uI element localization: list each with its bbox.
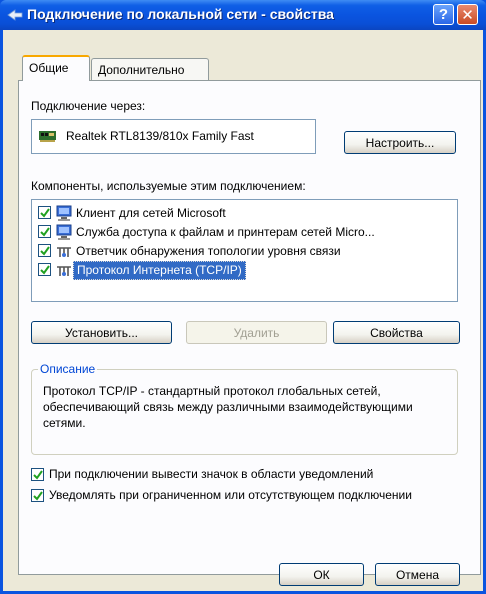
properties-window: Подключение по локальной сети - свойства… bbox=[0, 0, 486, 594]
component-label: Ответчик обнаружения топологии уровня св… bbox=[76, 244, 341, 258]
ok-button[interactable]: ОК bbox=[279, 563, 364, 586]
list-item[interactable]: Протокол Интернета (TCP/IP) bbox=[38, 261, 457, 280]
components-label: Компоненты, используемые этим подключени… bbox=[31, 179, 306, 193]
install-button[interactable]: Установить... bbox=[31, 321, 172, 344]
file-printer-service-icon bbox=[56, 224, 72, 240]
notify-limited-checkbox[interactable] bbox=[31, 489, 44, 502]
window-title: Подключение по локальной сети - свойства bbox=[27, 6, 334, 22]
check-icon bbox=[33, 491, 43, 501]
check-icon bbox=[40, 208, 50, 218]
description-title: Описание bbox=[38, 362, 98, 376]
properties-button[interactable]: Свойства bbox=[333, 321, 460, 344]
network-client-icon bbox=[56, 205, 72, 221]
check-icon bbox=[40, 227, 50, 237]
protocol-icon bbox=[57, 247, 71, 257]
protocol-icon bbox=[57, 266, 71, 276]
help-button[interactable]: ? bbox=[433, 4, 454, 25]
component-label-selected: Протокол Интернета (TCP/IP) bbox=[73, 261, 246, 280]
remove-button[interactable]: Удалить bbox=[186, 321, 327, 344]
adapter-name: Realtek RTL8139/810x Family Fast bbox=[66, 129, 254, 143]
list-item[interactable]: Служба доступа к файлам и принтерам сете… bbox=[38, 223, 457, 241]
show-icon-checkbox[interactable] bbox=[31, 468, 44, 481]
network-adapter-icon bbox=[39, 131, 56, 142]
check-icon bbox=[33, 470, 43, 480]
check-icon bbox=[40, 246, 50, 256]
tab-general[interactable]: Общие bbox=[22, 55, 90, 81]
title-bar[interactable]: Подключение по локальной сети - свойства… bbox=[0, 0, 486, 30]
general-tab-content: Подключение через: Realtek RTL8139/810x … bbox=[18, 81, 481, 575]
check-icon bbox=[40, 265, 50, 275]
connect-using-label: Подключение через: bbox=[31, 99, 146, 113]
list-item[interactable]: Ответчик обнаружения топологии уровня св… bbox=[38, 242, 457, 260]
network-connection-icon bbox=[7, 9, 23, 21]
component-checkbox[interactable] bbox=[38, 263, 51, 276]
show-icon-label: При подключении вывести значок в области… bbox=[49, 467, 374, 481]
description-text: Протокол TCP/IP - стандартный протокол г… bbox=[43, 384, 413, 430]
configure-button[interactable]: Настроить... bbox=[344, 131, 456, 154]
adapter-field: Realtek RTL8139/810x Family Fast bbox=[31, 119, 316, 154]
component-label: Служба доступа к файлам и принтерам сете… bbox=[76, 225, 375, 239]
cancel-button[interactable]: Отмена bbox=[375, 563, 460, 586]
list-item[interactable]: Клиент для сетей Microsoft bbox=[38, 204, 457, 222]
close-button[interactable]: ✕ bbox=[457, 4, 478, 25]
description-group: Описание Протокол TCP/IP - стандартный п… bbox=[31, 362, 458, 455]
component-checkbox[interactable] bbox=[38, 244, 51, 257]
component-checkbox[interactable] bbox=[38, 206, 51, 219]
component-checkbox[interactable] bbox=[38, 225, 51, 238]
notify-limited-label: Уведомлять при ограниченном или отсутств… bbox=[49, 488, 412, 502]
components-list[interactable]: Клиент для сетей Microsoft Служба доступ… bbox=[31, 199, 458, 302]
component-label: Клиент для сетей Microsoft bbox=[76, 206, 226, 220]
tab-advanced[interactable]: Дополнительно bbox=[91, 58, 209, 80]
